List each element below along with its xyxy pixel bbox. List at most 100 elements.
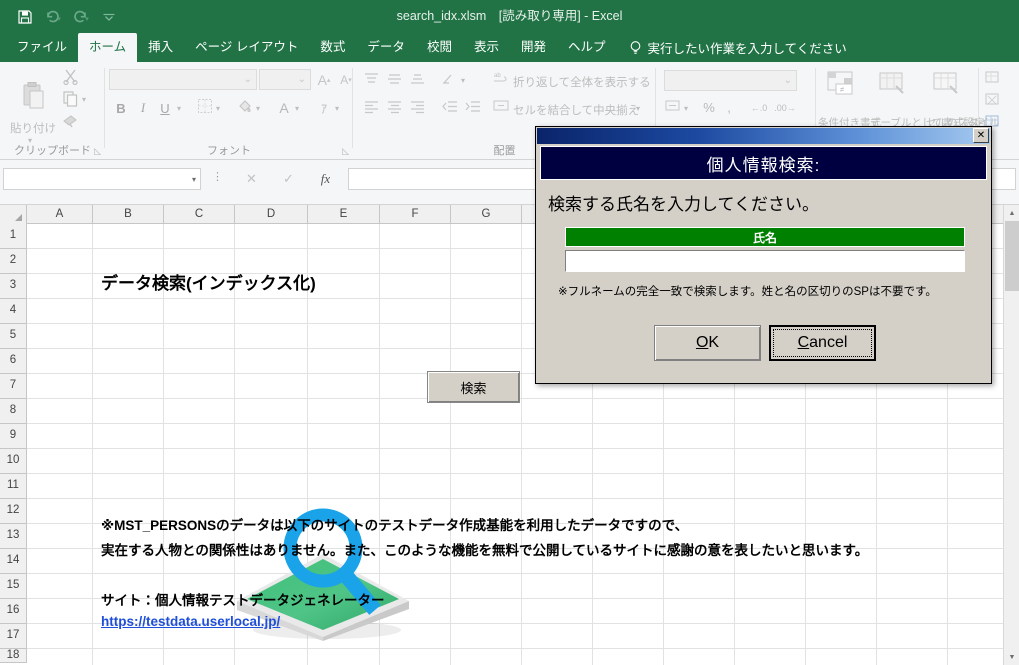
- tab-home[interactable]: ホーム: [78, 33, 138, 62]
- scrollbar-thumb[interactable]: [1005, 221, 1019, 291]
- ok-button[interactable]: OK: [654, 325, 761, 361]
- column-header-G[interactable]: G: [451, 205, 522, 224]
- tab-page-layout[interactable]: ページ レイアウト: [184, 33, 309, 62]
- name-input[interactable]: [565, 250, 965, 272]
- close-icon[interactable]: ✕: [973, 128, 989, 143]
- row-header-2[interactable]: 2: [0, 249, 27, 274]
- cancel-accel: C: [797, 334, 810, 351]
- excel-window: ▾ ▾ search_idx.xlsm [読み取り専用] - Excel ファイ…: [0, 0, 1019, 665]
- borders-icon: [197, 98, 213, 114]
- gridline: [27, 423, 1019, 424]
- comma-style-icon: ,: [727, 99, 731, 115]
- chevron-down-icon[interactable]: ▾: [192, 175, 196, 184]
- currency-caret-icon: ▾: [684, 104, 689, 113]
- ribbon-group-font: ⌄ ⌄ A ▴ A ▾ B I U ▾ ▾ ▾ A ▾ ｱ ▾ フォント ◺: [105, 62, 353, 159]
- column-header-A[interactable]: A: [27, 205, 93, 224]
- fill-color-caret-icon: ▾: [256, 104, 261, 113]
- dialog-header-title: 個人情報検索:: [540, 146, 987, 180]
- tab-data[interactable]: データ: [356, 33, 416, 62]
- dialog-hint: ※フルネームの完全一致で検索します。姓と名の区切りのSPは不要です。: [558, 286, 937, 298]
- row-header-9[interactable]: 9: [0, 424, 27, 449]
- sheet-title: データ検索(インデックス化): [101, 274, 316, 293]
- tab-help[interactable]: ヘルプ: [557, 33, 617, 62]
- italic-icon: I: [140, 100, 146, 115]
- column-header-E[interactable]: E: [308, 205, 380, 224]
- paste-label: 貼り付け: [10, 123, 56, 135]
- insert-function-icon[interactable]: fx: [307, 168, 344, 190]
- row-header-1[interactable]: 1: [0, 224, 27, 249]
- tab-review[interactable]: 校閲: [416, 33, 463, 62]
- row-header-8[interactable]: 8: [0, 399, 27, 424]
- row-header-6[interactable]: 6: [0, 349, 27, 374]
- svg-text:≠: ≠: [840, 85, 845, 94]
- window-title: search_idx.xlsm [読み取り専用] - Excel: [396, 9, 623, 23]
- row-header-15[interactable]: 15: [0, 574, 27, 599]
- tab-developer[interactable]: 開発: [510, 33, 557, 62]
- note-line-1: ※MST_PERSONSのデータは以下のサイトのテストデータ作成基能を利用したデ…: [101, 518, 689, 533]
- merge-caret-icon: ▾: [636, 104, 641, 113]
- gridline: [27, 448, 1019, 449]
- row-header-13[interactable]: 13: [0, 524, 27, 549]
- tab-view[interactable]: 表示: [463, 33, 510, 62]
- row-header-12[interactable]: 12: [0, 499, 27, 524]
- undo-caret-icon[interactable]: ▾: [57, 16, 61, 23]
- align-bottom-icon: [409, 71, 426, 86]
- select-all-corner[interactable]: [0, 205, 27, 224]
- row-header-17[interactable]: 17: [0, 624, 27, 649]
- increase-indent-icon: [464, 99, 481, 114]
- number-format-combo: ⌄: [664, 70, 797, 91]
- save-icon[interactable]: [12, 5, 38, 29]
- lightbulb-icon: [629, 40, 642, 56]
- orientation-caret-icon: ▾: [461, 76, 466, 85]
- insert-cells-icon: [985, 70, 1003, 86]
- row-header-10[interactable]: 10: [0, 449, 27, 474]
- site-url-link[interactable]: https://testdata.userlocal.jp/: [101, 614, 280, 629]
- decrease-decimal-icon: .00→: [774, 103, 796, 113]
- column-header-F[interactable]: F: [380, 205, 451, 224]
- row-header-7[interactable]: 7: [0, 374, 27, 399]
- cancel-entry-icon[interactable]: ✕: [233, 168, 270, 190]
- search-button[interactable]: 検索: [427, 371, 520, 403]
- row-header-11[interactable]: 11: [0, 474, 27, 499]
- redo-icon[interactable]: ▾: [68, 5, 94, 29]
- tab-insert[interactable]: 挿入: [137, 33, 184, 62]
- scroll-up-icon[interactable]: ▲: [1004, 205, 1019, 221]
- tab-formulas[interactable]: 数式: [309, 33, 356, 62]
- tab-file[interactable]: ファイル: [6, 33, 78, 62]
- row-header-5[interactable]: 5: [0, 324, 27, 349]
- column-header-B[interactable]: B: [93, 205, 164, 224]
- customize-qat-icon[interactable]: [96, 5, 122, 29]
- phonetic-guide-icon: ｱ: [320, 101, 327, 116]
- copy-caret-icon: ▾: [82, 95, 87, 104]
- font-color-icon: A: [279, 100, 289, 116]
- row-header-14[interactable]: 14: [0, 549, 27, 574]
- underline-caret-icon: ▾: [177, 104, 182, 113]
- undo-icon[interactable]: ▾: [40, 5, 66, 29]
- row-header-16[interactable]: 16: [0, 599, 27, 624]
- decrease-indent-icon: [441, 99, 458, 114]
- cell-styles-icon: [930, 70, 964, 102]
- scroll-down-icon[interactable]: ▼: [1004, 649, 1019, 665]
- clipboard-dialog-launcher: ◺: [94, 146, 101, 156]
- bold-icon: B: [116, 100, 126, 116]
- cancel-button[interactable]: Cancel: [769, 325, 876, 361]
- confirm-entry-icon[interactable]: ✓: [270, 168, 307, 190]
- gridline: [27, 398, 1019, 399]
- wrap-text-icon: ab: [493, 70, 509, 85]
- site-label: サイト：個人情報テストデータジェネレーター: [101, 593, 385, 608]
- row-header-3[interactable]: 3: [0, 274, 27, 299]
- font-dialog-launcher: ◺: [342, 146, 349, 156]
- currency-icon: [664, 98, 681, 114]
- vertical-scrollbar[interactable]: ▲ ▼: [1003, 205, 1019, 665]
- format-as-table-icon: [876, 70, 910, 102]
- gridline: [27, 573, 1019, 574]
- merge-center-label: セルを結合して中央揃え: [513, 105, 640, 117]
- redo-caret-icon[interactable]: ▾: [85, 16, 89, 23]
- column-header-C[interactable]: C: [164, 205, 235, 224]
- row-header-4[interactable]: 4: [0, 299, 27, 324]
- column-header-D[interactable]: D: [235, 205, 308, 224]
- row-header-18[interactable]: 18: [0, 649, 27, 663]
- name-box[interactable]: ▾: [3, 168, 201, 190]
- tell-me-box[interactable]: 実行したい作業を入力してください: [617, 33, 847, 62]
- formula-bar-grip: ⋮: [212, 171, 223, 183]
